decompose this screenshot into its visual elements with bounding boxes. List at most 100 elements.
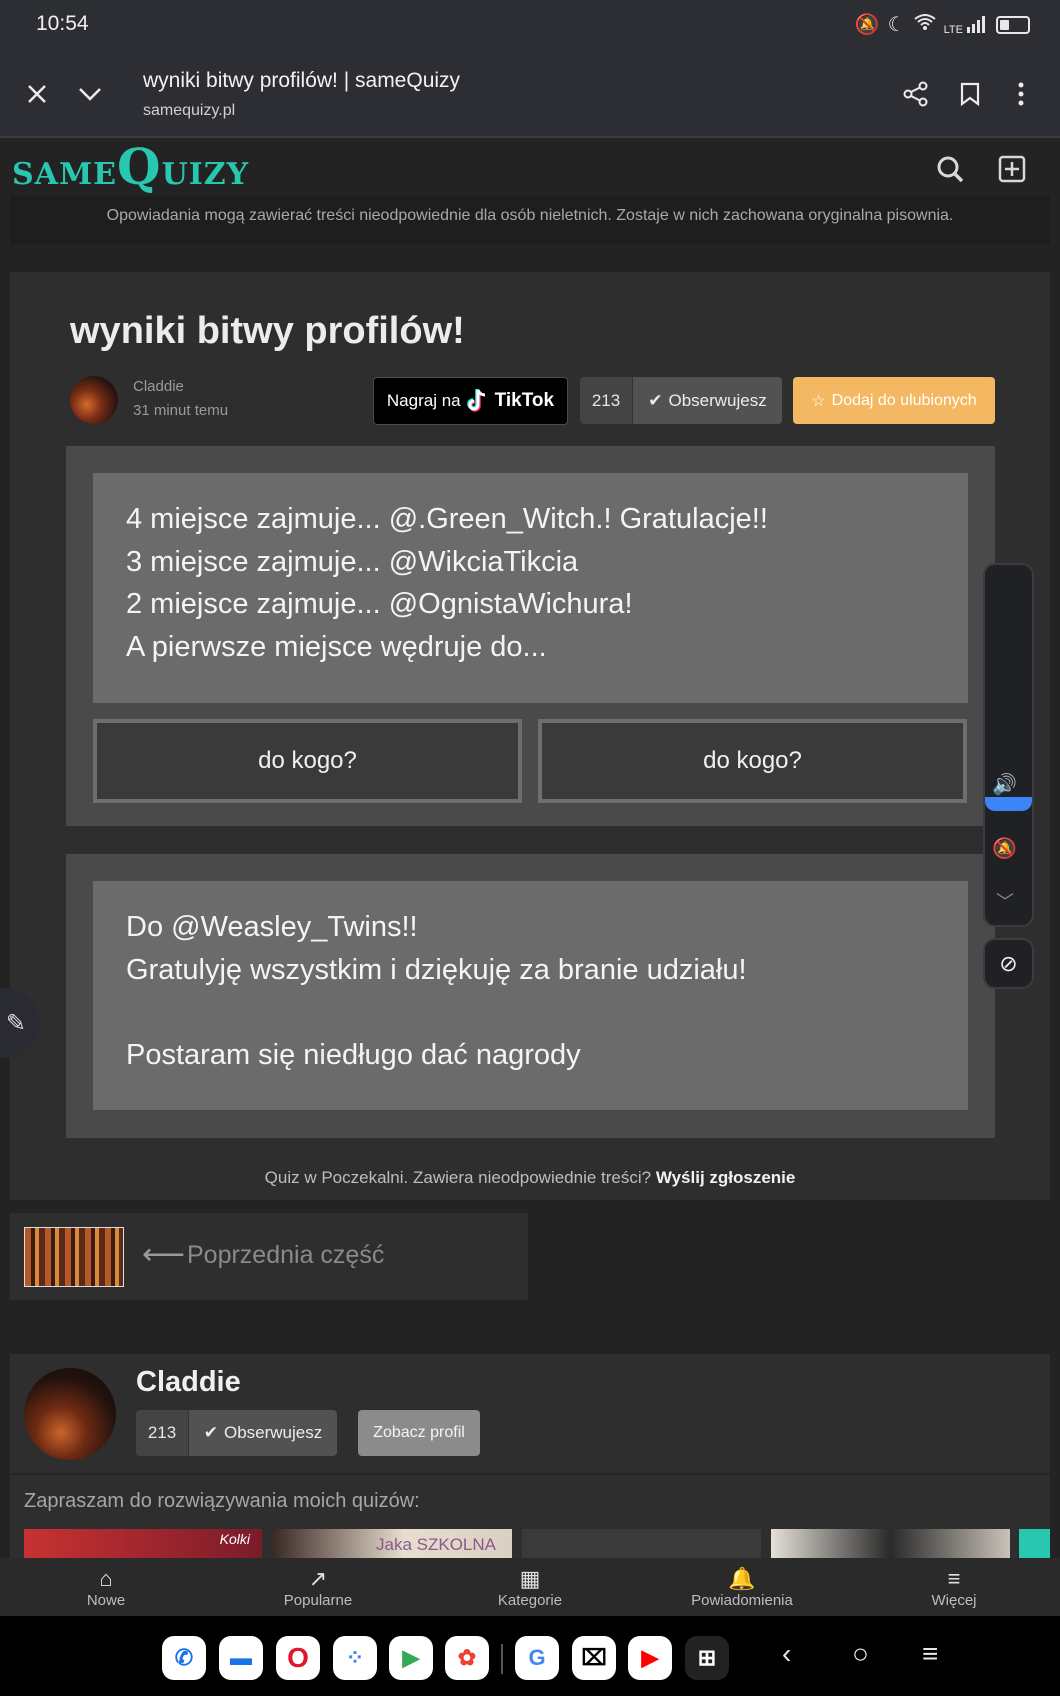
author-follow-button[interactable]: ✔ Obserwujesz xyxy=(189,1410,337,1456)
quiz-thumbnail[interactable]: Jaka SZKOLNA xyxy=(273,1529,512,1559)
status-bar: 10:54 🔕 ☾ LTE xyxy=(0,0,1060,52)
follow-button[interactable]: ✔ Obserwujesz xyxy=(633,377,782,424)
check-icon: ✔ xyxy=(648,390,663,410)
bell-icon: 🔔 xyxy=(728,1566,756,1591)
quiz-thumbnail-text: Jaka SZKOLNA xyxy=(376,1535,496,1554)
previous-part-thumbnail[interactable] xyxy=(24,1227,124,1287)
back-icon[interactable]: ‹ xyxy=(782,1638,791,1670)
tiktok-icon xyxy=(466,389,485,412)
previous-part-label[interactable]: Poprzednia część xyxy=(187,1241,384,1270)
nav-label: Powiadomienia xyxy=(691,1592,793,1609)
share-icon xyxy=(903,81,928,107)
volume-icon[interactable]: 🔊 xyxy=(992,772,1017,797)
question-line: 4 miejsce zajmuje... @.Green_Witch.! Gra… xyxy=(126,503,768,535)
question-line: 3 miejsce zajmuje... @WikciaTikcia xyxy=(126,545,579,578)
volume-level[interactable] xyxy=(985,797,1032,811)
question-text: 4 miejsce zajmuje... @.Green_Witch.! Gra… xyxy=(93,473,968,703)
dock-divider xyxy=(501,1644,503,1674)
share-button[interactable] xyxy=(894,72,938,116)
bookmark-icon xyxy=(960,82,980,106)
author-card-name[interactable]: Claddie xyxy=(136,1366,241,1399)
browser-url[interactable]: samequizy.pl xyxy=(143,102,235,120)
recents-icon[interactable]: ≡ xyxy=(922,1638,938,1670)
search-button[interactable] xyxy=(928,147,972,191)
add-favorite-button[interactable]: ☆ Dodaj do ulubionych xyxy=(793,377,995,424)
quiz-thumbnail-text: Kolki xyxy=(219,1531,250,1547)
youtube-app-icon[interactable]: ▶ xyxy=(628,1636,672,1680)
status-icons: 🔕 ☾ LTE xyxy=(855,12,1030,37)
answer-button-2[interactable]: do kogo? xyxy=(538,719,967,803)
divider xyxy=(10,1473,1050,1475)
volume-panel[interactable] xyxy=(983,563,1034,927)
home-circle-icon[interactable]: ○ xyxy=(852,1638,869,1670)
grid-icon: ▦ xyxy=(519,1566,541,1591)
tiktok-brand: TikTok xyxy=(494,390,555,411)
quiz-thumbnail[interactable]: Kolki xyxy=(24,1529,262,1559)
star-icon: ☆ xyxy=(811,392,826,410)
nav-label: Popularne xyxy=(283,1592,353,1609)
bookmark-button[interactable] xyxy=(948,72,992,116)
status-time: 10:54 xyxy=(36,12,89,35)
result-line: Do @Weasley_Twins!! xyxy=(126,911,418,943)
quiz-thumbnail[interactable] xyxy=(1019,1529,1050,1559)
more-menu-button[interactable] xyxy=(999,72,1043,116)
report-text: Quiz w Poczekalni. Zawiera nieodpowiedni… xyxy=(264,1168,652,1187)
quiz-thumbnail[interactable] xyxy=(522,1529,761,1559)
post-time: 31 minut temu xyxy=(133,402,229,419)
assistant-app-icon[interactable]: ⁘ xyxy=(333,1636,377,1680)
content-notice: Opowiadania mogą zawierać treści nieodpo… xyxy=(10,196,1050,244)
answer-button-1[interactable]: do kogo? xyxy=(93,719,522,803)
tiktok-prefix: Nagraj na xyxy=(386,391,461,410)
play-store-app-icon[interactable]: ▶ xyxy=(389,1636,433,1680)
qr-scanner-app-icon[interactable]: ⊞ xyxy=(685,1636,729,1680)
result-line: Postaram się niedługo dać nagrody xyxy=(126,1038,581,1071)
photos-app-icon[interactable]: ✿ xyxy=(445,1636,489,1680)
author-card-avatar[interactable] xyxy=(24,1368,116,1460)
view-profile-button[interactable]: Zobacz profil xyxy=(358,1410,480,1456)
wifi-icon xyxy=(913,13,936,37)
menu-icon: ≡ xyxy=(947,1566,961,1591)
bottom-navigation: ⌂ Nowe ↗ Popularne ▦ Kategorie 🔔 Powiado… xyxy=(0,1558,1060,1616)
nav-popularne[interactable]: ↗ Popularne xyxy=(218,1558,418,1616)
check-icon: ✔ xyxy=(203,1423,218,1442)
tiktok-record-button[interactable]: Nagraj na TikTok xyxy=(373,377,568,425)
logo-text-same: SAME xyxy=(12,157,118,192)
nav-powiadomienia[interactable]: 🔔 Powiadomienia xyxy=(642,1558,842,1616)
minimize-button[interactable] xyxy=(68,72,112,116)
nav-nowe[interactable]: ⌂ Nowe xyxy=(6,1558,206,1616)
logo-text-uizy: UIZY xyxy=(161,157,250,192)
home-icon: ⌂ xyxy=(99,1566,113,1591)
dnd-bell-icon: 🔕 xyxy=(854,14,880,36)
author-follow-group: 213 ✔ Obserwujesz xyxy=(136,1410,337,1456)
nav-kategorie[interactable]: ▦ Kategorie xyxy=(430,1558,630,1616)
question-line: 2 miejsce zajmuje... @OgnistaWichura! xyxy=(126,588,633,620)
follow-group: 213 ✔ Obserwujesz xyxy=(580,377,782,424)
report-link[interactable]: Wyślij zgłoszenie xyxy=(656,1168,796,1187)
bell-off-icon[interactable]: 🔕 xyxy=(992,836,1017,861)
google-app-icon[interactable]: G xyxy=(515,1636,559,1680)
quiz-title: wyniki bitwy profilów! xyxy=(70,310,465,352)
browser-page-title: wyniki bitwy profilów! | sameQuizy xyxy=(143,69,461,92)
add-quiz-button[interactable] xyxy=(990,147,1034,191)
author-name[interactable]: Claddie xyxy=(133,378,184,395)
plus-square-icon xyxy=(998,155,1026,183)
quiz-thumbnail[interactable] xyxy=(771,1529,1010,1559)
logo-text-q: Q xyxy=(117,137,162,196)
samequizy-logo[interactable]: SAMEQUIZY xyxy=(12,137,249,196)
captions-off-button[interactable]: ⊘ xyxy=(983,938,1034,989)
messages-app-icon[interactable]: ▬ xyxy=(219,1636,263,1680)
phone-app-icon[interactable]: ✆ xyxy=(162,1636,206,1680)
follower-count: 213 xyxy=(580,377,633,424)
report-line: Quiz w Poczekalni. Zawiera nieodpowiedni… xyxy=(10,1168,1050,1188)
search-icon xyxy=(937,156,964,183)
signal-icon: LTE xyxy=(944,15,988,35)
nav-wiecej[interactable]: ≡ Więcej xyxy=(854,1558,1054,1616)
author-avatar[interactable] xyxy=(70,376,118,424)
moon-icon: ☾ xyxy=(887,14,906,36)
chevron-down-icon xyxy=(79,88,101,101)
close-tab-button[interactable] xyxy=(15,72,59,116)
android-dock: ✆ ▬ O ⁘ ▶ ✿ G ⌧ ▶ ⊞ ‹ ○ ≡ xyxy=(0,1616,1060,1696)
capcut-app-icon[interactable]: ⌧ xyxy=(572,1636,616,1680)
opera-app-icon[interactable]: O xyxy=(276,1636,320,1680)
chevron-down-icon[interactable]: ﹀ xyxy=(996,888,1014,914)
